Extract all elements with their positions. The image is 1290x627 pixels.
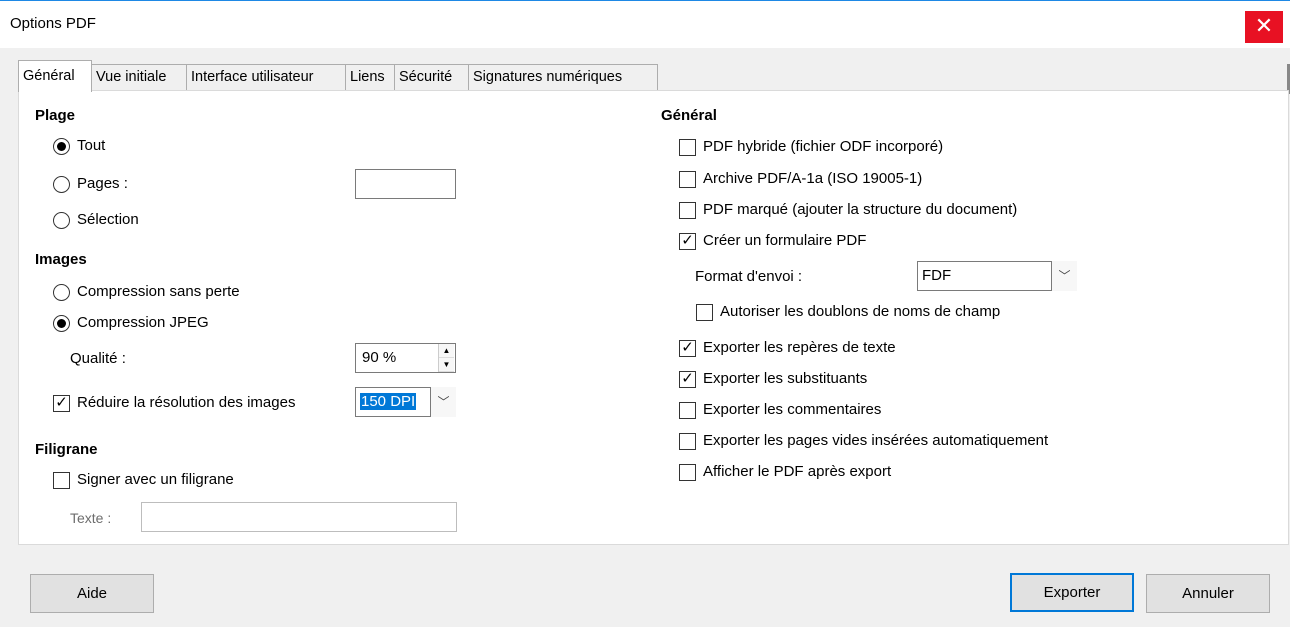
tab-signatures-numeriques[interactable]: Signatures numériques bbox=[468, 64, 658, 91]
radio-pages[interactable] bbox=[53, 176, 70, 193]
submit-format-label: Format d'envoi : bbox=[695, 268, 803, 285]
tab-vue-initiale[interactable]: Vue initiale bbox=[91, 64, 187, 91]
pages-input[interactable] bbox=[355, 169, 456, 199]
filigrane-heading: Filigrane bbox=[35, 441, 98, 458]
radio-selection-label[interactable]: Sélection bbox=[77, 211, 139, 228]
spin-up-icon[interactable]: ▲ bbox=[439, 344, 454, 358]
radio-lossless-label[interactable]: Compression sans perte bbox=[77, 283, 240, 300]
export-bookmarks-checkbox[interactable]: ✓ bbox=[679, 340, 696, 357]
tab-interface-utilisateur[interactable]: Interface utilisateur bbox=[186, 64, 346, 91]
tab-liens[interactable]: Liens bbox=[345, 64, 395, 91]
export-button[interactable]: Exporter bbox=[1010, 573, 1134, 612]
export-placeholders-checkbox[interactable]: ✓ bbox=[679, 371, 696, 388]
dpi-value: 150 DPI bbox=[360, 393, 417, 410]
reduce-resolution-checkbox[interactable]: ✓ bbox=[53, 395, 70, 412]
hybrid-pdf-checkbox[interactable] bbox=[679, 139, 696, 156]
quality-value: 90 % bbox=[362, 349, 397, 366]
export-comments-label[interactable]: Exporter les commentaires bbox=[703, 401, 881, 418]
watermark-text-input[interactable] bbox=[141, 502, 457, 532]
allow-duplicates-label[interactable]: Autoriser les doublons de noms de champ bbox=[720, 303, 1000, 320]
window-title: Options PDF bbox=[10, 15, 96, 32]
create-form-checkbox[interactable]: ✓ bbox=[679, 233, 696, 250]
radio-tout[interactable] bbox=[53, 138, 70, 155]
dpi-dropdown-arrow[interactable]: ﹀ bbox=[430, 387, 456, 417]
plage-heading: Plage bbox=[35, 107, 76, 124]
close-button[interactable]: ✕ bbox=[1245, 11, 1283, 43]
export-placeholders-label[interactable]: Exporter les substituants bbox=[703, 370, 867, 387]
radio-jpeg-label[interactable]: Compression JPEG bbox=[77, 314, 209, 331]
create-form-label[interactable]: Créer un formulaire PDF bbox=[703, 232, 866, 249]
tab-securite[interactable]: Sécurité bbox=[394, 64, 469, 91]
close-icon: ✕ bbox=[1254, 13, 1274, 38]
quality-label: Qualité : bbox=[70, 350, 126, 367]
general-heading: Général bbox=[661, 107, 717, 124]
sign-watermark-checkbox[interactable] bbox=[53, 472, 70, 489]
radio-pages-label[interactable]: Pages : bbox=[77, 175, 128, 192]
view-after-export-label[interactable]: Afficher le PDF après export bbox=[703, 463, 891, 480]
submit-format-value: FDF bbox=[922, 267, 952, 284]
export-bookmarks-label[interactable]: Exporter les repères de texte bbox=[703, 339, 896, 356]
hybrid-pdf-label[interactable]: PDF hybride (fichier ODF incorporé) bbox=[703, 138, 943, 155]
pdfa-label[interactable]: Archive PDF/A-1a (ISO 19005-1) bbox=[703, 170, 922, 187]
radio-selection[interactable] bbox=[53, 212, 70, 229]
tagged-pdf-label[interactable]: PDF marqué (ajouter la structure du docu… bbox=[703, 201, 1017, 218]
sign-watermark-label[interactable]: Signer avec un filigrane bbox=[77, 471, 234, 488]
title-bar: Options PDF ✕ bbox=[0, 0, 1290, 48]
view-after-export-checkbox[interactable] bbox=[679, 464, 696, 481]
export-comments-checkbox[interactable] bbox=[679, 402, 696, 419]
reduce-resolution-label[interactable]: Réduire la résolution des images bbox=[77, 394, 295, 411]
help-button[interactable]: Aide bbox=[30, 574, 154, 613]
pdfa-checkbox[interactable] bbox=[679, 171, 696, 188]
radio-jpeg[interactable] bbox=[53, 315, 70, 332]
chevron-down-icon: ﹀ bbox=[437, 395, 450, 409]
export-blank-pages-checkbox[interactable] bbox=[679, 433, 696, 450]
spin-down-icon[interactable]: ▼ bbox=[439, 358, 454, 372]
general-tab-panel: Plage Tout Pages : Sélection Images Comp… bbox=[18, 90, 1289, 545]
export-blank-pages-label[interactable]: Exporter les pages vides insérées automa… bbox=[703, 432, 1048, 449]
chevron-down-icon: ﹀ bbox=[1058, 269, 1071, 283]
tagged-pdf-checkbox[interactable] bbox=[679, 202, 696, 219]
quality-spin-buttons[interactable]: ▲ ▼ bbox=[438, 344, 454, 372]
radio-tout-label[interactable]: Tout bbox=[77, 137, 105, 154]
radio-lossless[interactable] bbox=[53, 284, 70, 301]
watermark-text-label: Texte : bbox=[70, 510, 112, 526]
submit-format-dropdown-arrow[interactable]: ﹀ bbox=[1051, 261, 1077, 291]
cancel-button[interactable]: Annuler bbox=[1146, 574, 1270, 613]
allow-duplicates-checkbox[interactable] bbox=[696, 304, 713, 321]
tab-general[interactable]: Général bbox=[18, 60, 92, 92]
images-heading: Images bbox=[35, 251, 87, 268]
